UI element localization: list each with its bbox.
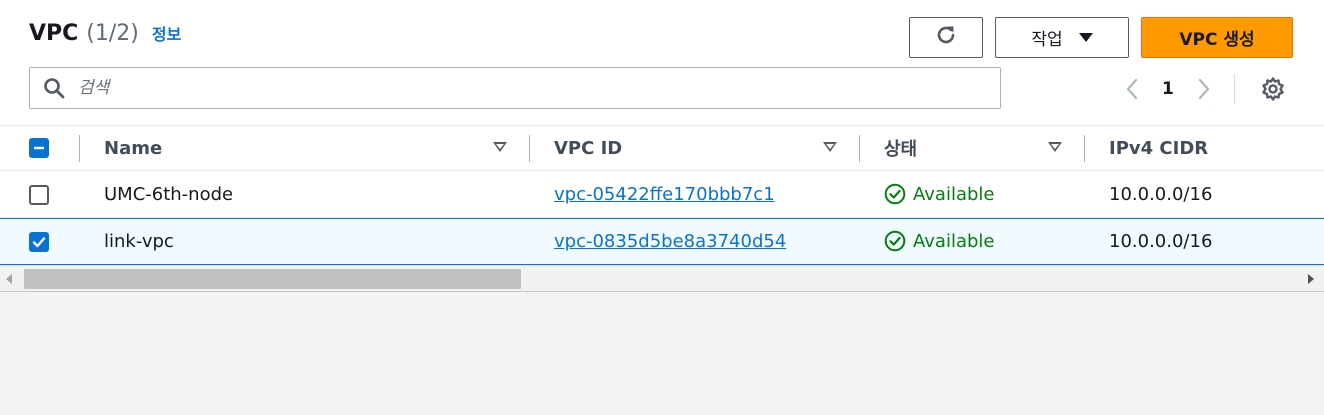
- search-box[interactable]: [29, 67, 1001, 109]
- cell-status: Available: [884, 171, 994, 217]
- status-check-icon: [884, 230, 906, 252]
- cell-vpc-id-link[interactable]: vpc-05422ffe170bbb7c1: [554, 171, 775, 217]
- column-header-status[interactable]: 상태: [884, 126, 917, 170]
- refresh-icon: [934, 23, 958, 52]
- vpc-table: Name VPC ID 상태 IPv4 CIDR UMC-6th-node vp…: [0, 125, 1324, 265]
- selection-count: (1/2): [86, 21, 139, 46]
- pagination-divider: [1233, 74, 1235, 104]
- sort-caret-icon[interactable]: [493, 142, 507, 152]
- status-text: Available: [913, 183, 995, 205]
- sort-caret-icon[interactable]: [1048, 142, 1062, 152]
- header: VPC (1/2) 정보: [29, 21, 181, 46]
- chevron-right-icon: [1198, 78, 1209, 100]
- vpc-table-container: VPC (1/2) 정보 작업 VPC 생성 검색 1 Name VPC ID …: [0, 0, 1324, 292]
- cell-vpc-id-link[interactable]: vpc-0835d5be8a3740d54: [554, 218, 786, 264]
- settings-gear-icon[interactable]: [1260, 76, 1286, 102]
- table-header: Name VPC ID 상태 IPv4 CIDR: [0, 125, 1324, 171]
- caret-down-icon: [1078, 33, 1093, 42]
- create-vpc-label: VPC 생성: [1179, 30, 1255, 50]
- status-check-icon: [884, 183, 906, 205]
- scrollbar-thumb[interactable]: [24, 269, 521, 289]
- horizontal-scrollbar[interactable]: [0, 265, 1324, 291]
- create-vpc-button[interactable]: VPC 생성: [1141, 17, 1293, 58]
- column-header-ipv4-cidr[interactable]: IPv4 CIDR: [1109, 126, 1208, 170]
- status-text: Available: [913, 230, 995, 252]
- cell-name: UMC-6th-node: [104, 183, 234, 205]
- refresh-button[interactable]: [909, 17, 983, 58]
- info-link[interactable]: 정보: [152, 21, 181, 45]
- cell-name: link-vpc: [104, 230, 174, 252]
- sort-caret-icon[interactable]: [823, 142, 837, 152]
- actions-label: 작업: [1031, 30, 1063, 50]
- cell-status: Available: [884, 218, 994, 264]
- row-checkbox-checked[interactable]: [29, 232, 49, 252]
- chevron-left-icon: [1126, 78, 1138, 100]
- cell-ipv4-cidr: 10.0.0.0/16: [1109, 230, 1213, 252]
- table-row-selected[interactable]: link-vpc vpc-0835d5be8a3740d54 Available…: [0, 218, 1324, 265]
- select-all-checkbox[interactable]: [29, 138, 49, 158]
- scroll-right-arrow-icon[interactable]: [1308, 274, 1314, 284]
- column-header-vpc-id[interactable]: VPC ID: [554, 126, 622, 170]
- search-input[interactable]: [78, 78, 978, 98]
- actions-dropdown-button[interactable]: 작업: [995, 17, 1129, 58]
- column-divider[interactable]: [1084, 135, 1085, 162]
- column-divider[interactable]: [79, 135, 80, 162]
- column-divider[interactable]: [859, 135, 860, 162]
- cell-ipv4-cidr: 10.0.0.0/16: [1109, 183, 1213, 205]
- column-divider[interactable]: [529, 135, 530, 162]
- row-checkbox[interactable]: [29, 185, 49, 205]
- previous-page-button[interactable]: [1120, 74, 1144, 104]
- next-page-button[interactable]: [1192, 74, 1216, 104]
- search-icon: [43, 77, 65, 99]
- scroll-left-arrow-icon[interactable]: [6, 274, 12, 284]
- page-title: VPC: [29, 21, 79, 46]
- pagination: 1: [1120, 74, 1235, 104]
- table-row[interactable]: UMC-6th-node vpc-05422ffe170bbb7c1 Avail…: [0, 171, 1324, 218]
- current-page-number[interactable]: 1: [1162, 79, 1174, 99]
- column-header-name[interactable]: Name: [104, 126, 162, 170]
